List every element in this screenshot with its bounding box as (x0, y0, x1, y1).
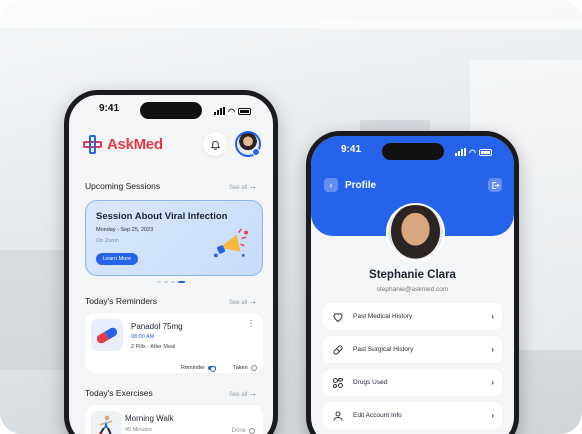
back-button[interactable]: ‹ (324, 178, 338, 192)
menu-item-past-surgical-history[interactable]: Past Surgical History › (323, 336, 502, 363)
logout-button[interactable] (488, 178, 502, 192)
reminders-title: Today's Reminders (85, 296, 158, 306)
battery-icon (238, 107, 251, 115)
logout-icon (491, 181, 500, 189)
exercise-name: Morning Walk (125, 414, 174, 423)
menu-item-label: Drugs Used (353, 379, 388, 386)
menu-item-drugs-used[interactable]: Drugs Used › (323, 369, 502, 396)
bell-icon (210, 140, 220, 150)
taken-label: Taken (233, 365, 248, 371)
medicine-dose: 2 Pills - After Meal (131, 344, 176, 350)
home-screen: 9:41 ◠ AskMed Upcoming Sessions See all … (69, 95, 273, 434)
profile-phone: 9:41 ◠ ‹ Profile Stephanie Clara stephan… (306, 131, 519, 434)
reminders-see-all[interactable]: See all → (229, 297, 257, 306)
session-title: Session About Viral Infection (96, 211, 228, 222)
done-label: Done (231, 428, 246, 434)
taken-checkbox[interactable]: Taken (233, 365, 257, 371)
chevron-right-icon: › (491, 345, 494, 354)
done-checkbox[interactable]: Done (232, 428, 255, 434)
menu-item-past-medical-history[interactable]: Past Medical History › (323, 303, 502, 330)
reminder-toggle[interactable]: Reminder (181, 365, 216, 372)
menu-item-edit-account-info[interactable]: Edit Account Info › (323, 402, 502, 429)
wifi-icon: ◠ (469, 147, 476, 157)
pills-icon (331, 376, 345, 390)
exercises-title: Today's Exercises (85, 388, 153, 398)
arrow-right-icon: → (249, 181, 257, 191)
sessions-title: Upcoming Sessions (85, 181, 161, 191)
exercise-duration: 45 Minutes (125, 427, 152, 433)
status-bar: 9:41 ◠ (69, 103, 273, 119)
megaphone-icon (214, 228, 248, 258)
signal-icon (455, 148, 467, 156)
reminder-label: Reminder (181, 365, 205, 371)
bandage-icon (331, 343, 345, 357)
chevron-right-icon: › (491, 378, 494, 387)
profile-screen: 9:41 ◠ ‹ Profile Stephanie Clara stephan… (311, 136, 514, 434)
toggle-switch[interactable] (207, 366, 216, 372)
exercise-card[interactable]: Morning Walk 45 Minutes Done (85, 405, 263, 434)
status-bar: 9:41 ◠ (311, 144, 514, 160)
background-scene: 9:41 ◠ AskMed Upcoming Sessions See all … (0, 0, 582, 434)
status-dot (252, 148, 260, 156)
chevron-left-icon: ‹ (329, 180, 333, 190)
arrow-right-icon: → (249, 296, 257, 306)
page-title: Profile (345, 180, 377, 191)
home-phone: 9:41 ◠ AskMed Upcoming Sessions See all … (64, 90, 278, 434)
sessions-see-all[interactable]: See all → (229, 182, 257, 191)
user-icon (331, 409, 345, 423)
capsule-icon (95, 325, 119, 345)
arrow-right-icon: → (249, 388, 257, 398)
wifi-icon: ◠ (228, 106, 235, 116)
status-time: 9:41 (341, 144, 362, 155)
exercise-image (91, 411, 121, 434)
medical-cross-icon (83, 134, 102, 154)
menu-item-label: Past Medical History (353, 313, 413, 320)
profile-menu: Past Medical History › Past Surgical His… (323, 303, 502, 434)
chevron-right-icon: › (491, 411, 494, 420)
running-person-icon (99, 415, 113, 434)
learn-more-button[interactable]: Learn More (96, 253, 139, 265)
menu-item-label: Past Surgical History (353, 346, 414, 353)
battery-icon (479, 148, 492, 156)
notifications-button[interactable] (203, 132, 227, 156)
medicine-time: 08:00 AM (131, 334, 155, 340)
app-header: AskMed (83, 129, 261, 159)
session-card[interactable]: Session About Viral Infection Monday - S… (85, 200, 263, 276)
app-logo: AskMed (83, 134, 163, 154)
exercises-see-all[interactable]: See all → (229, 389, 257, 398)
status-time: 9:41 (99, 103, 120, 114)
heart-icon (331, 310, 345, 324)
brand-name: AskMed (107, 135, 163, 153)
medicine-name: Panadol 75mg (131, 322, 183, 331)
user-avatar[interactable] (235, 131, 261, 157)
exercises-header: Today's Exercises See all → (85, 388, 257, 398)
chevron-right-icon: › (491, 312, 494, 321)
reminders-header: Today's Reminders See all → (85, 296, 257, 306)
carousel-indicator[interactable] (69, 281, 273, 283)
profile-photo (388, 205, 443, 260)
background-beam (320, 20, 582, 30)
radio-circle-icon[interactable] (249, 428, 255, 434)
sessions-header: Upcoming Sessions See all → (85, 181, 257, 191)
radio-circle-icon[interactable] (250, 365, 257, 371)
pill-image (91, 319, 123, 351)
more-options-icon[interactable]: ⋮ (247, 319, 255, 328)
profile-email: stephanie@askmed.com (376, 286, 449, 293)
profile-name: Stephanie Clara (369, 269, 456, 281)
reminder-card[interactable]: Panadol 75mg 08:00 AM 2 Pills - After Me… (85, 313, 263, 373)
signal-icon (214, 107, 226, 115)
profile-avatar[interactable] (386, 203, 445, 262)
menu-item-label: Edit Account Info (353, 412, 402, 419)
